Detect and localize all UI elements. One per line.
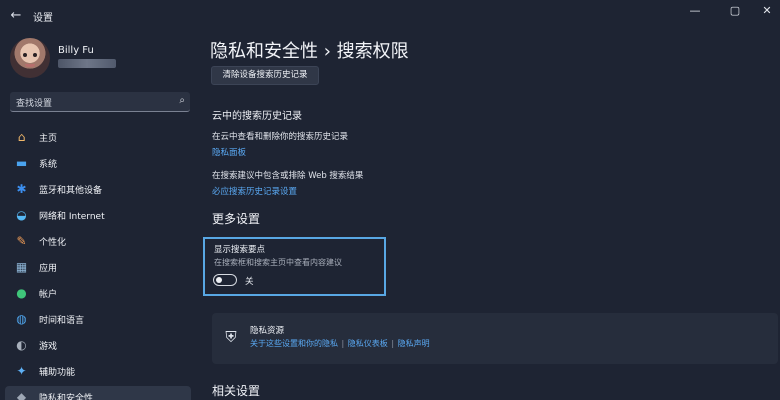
about-settings-privacy-link[interactable]: 关于这些设置和你的隐私 — [250, 339, 338, 348]
sidebar-item-4[interactable]: ✎ 个性化 — [5, 230, 191, 252]
setting-description: 在搜索框和搜索主页中查看内容建议 — [214, 258, 342, 267]
user-name: Billy Fu — [58, 45, 94, 56]
brush-icon: ✎ — [16, 234, 27, 248]
sidebar-item-label: 帐户 — [39, 290, 58, 300]
sidebar-item-label: 网络和 Internet — [39, 212, 105, 222]
title-bar: ← 设置 — ▢ ✕ — [0, 0, 780, 30]
section-heading-related: 相关设置 — [212, 384, 261, 398]
sidebar-item-label: 个性化 — [39, 238, 67, 248]
privacy-dashboard-link[interactable]: 隐私面板 — [212, 146, 246, 158]
toggle-state-label: 关 — [245, 277, 254, 287]
sidebar-item-label: 蓝牙和其他设备 — [39, 186, 103, 196]
bing-history-settings-link[interactable]: 必应搜索历史记录设置 — [212, 185, 297, 197]
gamepad-icon: ◐ — [16, 338, 27, 352]
sidebar-item-0[interactable]: ⌂ 主页 — [5, 126, 191, 148]
search-icon[interactable]: ⌕ — [179, 95, 185, 106]
globe-clock-icon: ◍ — [16, 312, 27, 326]
privacy-resources-title: 隐私资源 — [250, 326, 285, 336]
page-title: 隐私和安全性 › 搜索权限 — [210, 41, 409, 62]
privacy-resources-card: ⛨ 隐私资源 关于这些设置和你的隐私 | 隐私仪表板 | 隐私声明 — [212, 313, 778, 364]
sidebar: Billy Fu 查找设置 ⌕ ⌂ 主页 ▬ 系统 ✱ 蓝牙和其他设备 ◒ 网络和 Inter… — [0, 30, 200, 400]
search-placeholder: 查找设置 — [16, 99, 53, 109]
sidebar-item-label: 主页 — [39, 134, 58, 144]
maximize-button[interactable]: ▢ — [720, 4, 750, 18]
shield-icon: ◆ — [16, 390, 27, 400]
search-highlights-setting: 显示搜索要点 在搜索框和搜索主页中查看内容建议 关 — [203, 237, 386, 296]
apps-icon: ▦ — [15, 260, 28, 274]
sidebar-item-1[interactable]: ▬ 系统 — [5, 152, 191, 174]
privacy-resource-links: 关于这些设置和你的隐私 | 隐私仪表板 | 隐私声明 — [250, 338, 430, 349]
sidebar-item-label: 时间和语言 — [39, 316, 85, 326]
link-separator: | — [341, 339, 345, 348]
sidebar-item-label: 系统 — [39, 160, 58, 170]
sidebar-item-label: 游戏 — [39, 342, 58, 352]
monitor-icon: ▬ — [15, 156, 28, 170]
sidebar-item-6[interactable]: ● 帐户 — [5, 282, 191, 304]
toggle-knob — [216, 277, 222, 283]
search-input[interactable]: 查找设置 ⌕ — [10, 92, 190, 112]
sidebar-item-label: 辅助功能 — [39, 368, 76, 378]
section-heading-cloud: 云中的搜索历史记录 — [212, 111, 302, 122]
link-separator: | — [391, 339, 395, 348]
close-button[interactable]: ✕ — [752, 4, 780, 18]
shield-icon: ⛨ — [225, 328, 237, 346]
back-arrow-icon[interactable]: ← — [8, 8, 24, 24]
user-email-redacted — [58, 59, 116, 68]
home-icon: ⌂ — [17, 130, 26, 144]
web-results-description: 在搜索建议中包含或排除 Web 搜索结果 — [212, 171, 364, 181]
sidebar-item-label: 隐私和安全性 — [39, 394, 94, 400]
sidebar-item-5[interactable]: ▦ 应用 — [5, 256, 191, 278]
privacy-statement-link[interactable]: 隐私声明 — [398, 339, 430, 348]
wifi-icon: ◒ — [16, 208, 27, 222]
sidebar-item-label: 应用 — [39, 264, 58, 274]
section-heading-more: 更多设置 — [212, 212, 261, 226]
account-icon: ● — [16, 286, 27, 300]
cloud-view-description: 在云中查看和删除你的搜索历史记录 — [212, 132, 349, 142]
minimize-button[interactable]: — — [680, 4, 710, 18]
accessibility-icon: ✦ — [16, 364, 27, 378]
sidebar-item-8[interactable]: ◐ 游戏 — [5, 334, 191, 356]
privacy-dashboard-resource-link[interactable]: 隐私仪表板 — [348, 339, 388, 348]
bluetooth-icon: ✱ — [16, 182, 27, 196]
sidebar-item-7[interactable]: ◍ 时间和语言 — [5, 308, 191, 330]
sidebar-item-9[interactable]: ✦ 辅助功能 — [5, 360, 191, 382]
avatar[interactable] — [10, 38, 50, 78]
sidebar-item-3[interactable]: ◒ 网络和 Internet — [5, 204, 191, 226]
sidebar-item-2[interactable]: ✱ 蓝牙和其他设备 — [5, 178, 191, 200]
main-content: 隐私和安全性 › 搜索权限 清除设备搜索历史记录 云中的搜索历史记录 在云中查看… — [200, 30, 780, 400]
sidebar-item-10[interactable]: ◆ 隐私和安全性 — [5, 386, 191, 400]
setting-title: 显示搜索要点 — [214, 245, 266, 255]
clear-search-history-button[interactable]: 清除设备搜索历史记录 — [211, 66, 319, 85]
app-title: 设置 — [33, 13, 53, 24]
search-highlights-toggle[interactable] — [213, 274, 237, 286]
